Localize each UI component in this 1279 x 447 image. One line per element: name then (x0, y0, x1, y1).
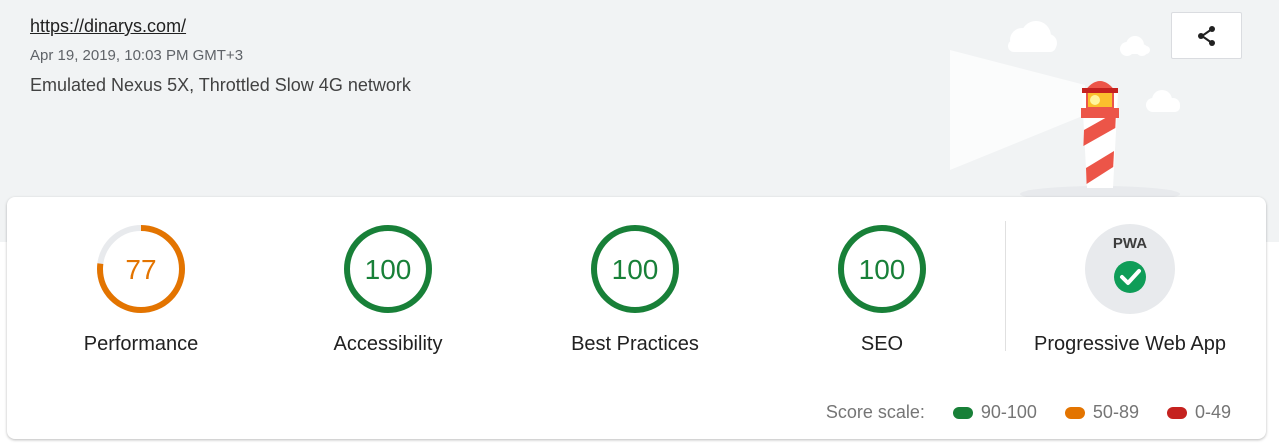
pwa-divider (1005, 221, 1006, 351)
report-device-info: Emulated Nexus 5X, Throttled Slow 4G net… (30, 75, 411, 95)
scale-average-dot (1064, 406, 1085, 419)
scale-pass-dot (952, 406, 973, 419)
scale-average-range: 50-89 (1092, 402, 1139, 422)
gauge-seo[interactable]: 100 SEO (762, 221, 1002, 361)
score-scale-average: 50-89 (1064, 402, 1139, 423)
gauge-pwa[interactable]: PWA Progressive Web App (1010, 221, 1250, 361)
scores-card: 77 Performance 100 Accessibility 100 Bes… (7, 197, 1266, 439)
check-icon (1114, 261, 1146, 293)
pwa-badge: PWA (1085, 224, 1175, 314)
seo-gauge-ring: 100 (838, 225, 926, 313)
best-practices-label: Best Practices (571, 333, 699, 355)
scale-pass-range: 90-100 (980, 402, 1037, 422)
performance-gauge-ring: 77 (97, 225, 185, 313)
performance-label: Performance (83, 333, 199, 355)
pwa-badge-text: PWA (1113, 235, 1147, 252)
score-scale: Score scale: 90-100 50-89 0-49 (826, 402, 1231, 423)
gauge-accessibility[interactable]: 100 Accessibility (268, 221, 508, 361)
report-url-link[interactable]: https://dinarys.com/ (30, 16, 186, 37)
accessibility-label: Accessibility (333, 333, 443, 355)
score-scale-label: Score scale: (825, 402, 925, 422)
gauge-best-practices[interactable]: 100 Best Practices (515, 221, 755, 361)
score-scale-pass: 90-100 (952, 402, 1037, 423)
scale-fail-range: 0-49 (1194, 402, 1231, 422)
performance-score: 77 (125, 254, 156, 285)
scale-fail-dot (1166, 406, 1187, 419)
best-practices-score: 100 (612, 254, 659, 285)
accessibility-score: 100 (365, 254, 412, 285)
report-timestamp: Apr 19, 2019, 10:03 PM GMT+3 (30, 47, 244, 64)
score-scale-fail: 0-49 (1166, 402, 1231, 423)
gauge-performance[interactable]: 77 Performance (21, 221, 261, 361)
seo-label: SEO (860, 333, 904, 355)
best-practices-gauge-ring: 100 (591, 225, 679, 313)
pwa-label: Progressive Web App (1034, 333, 1226, 355)
seo-score: 100 (859, 254, 906, 285)
accessibility-gauge-ring: 100 (344, 225, 432, 313)
lighthouse-illustration (950, 21, 1180, 200)
